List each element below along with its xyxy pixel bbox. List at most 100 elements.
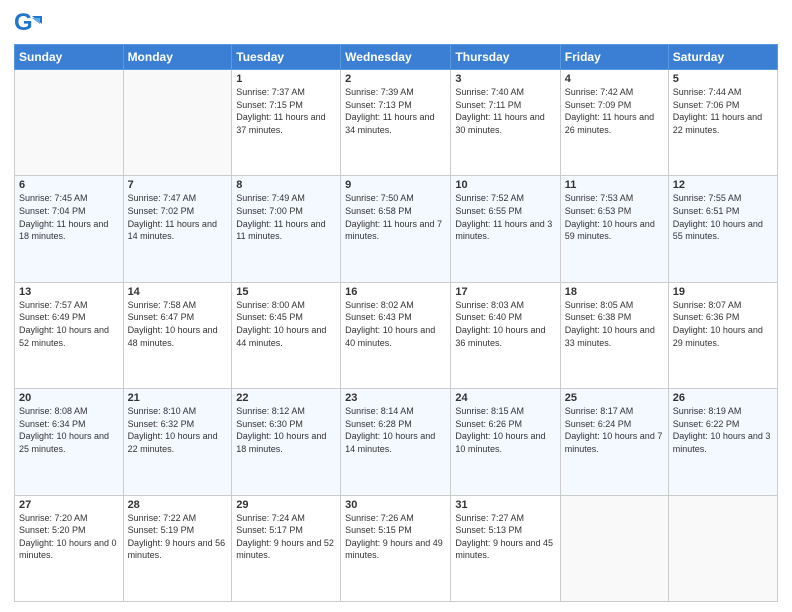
calendar-cell: 3Sunrise: 7:40 AM Sunset: 7:11 PM Daylig…: [451, 70, 560, 176]
day-number: 23: [345, 392, 446, 404]
calendar-cell: 22Sunrise: 8:12 AM Sunset: 6:30 PM Dayli…: [232, 389, 341, 495]
calendar-cell: 31Sunrise: 7:27 AM Sunset: 5:13 PM Dayli…: [451, 495, 560, 601]
day-info: Sunrise: 7:26 AM Sunset: 5:15 PM Dayligh…: [345, 512, 446, 562]
week-row-2: 6Sunrise: 7:45 AM Sunset: 7:04 PM Daylig…: [15, 176, 778, 282]
calendar-cell: 18Sunrise: 8:05 AM Sunset: 6:38 PM Dayli…: [560, 282, 668, 388]
calendar-cell: 7Sunrise: 7:47 AM Sunset: 7:02 PM Daylig…: [123, 176, 232, 282]
calendar-cell: 14Sunrise: 7:58 AM Sunset: 6:47 PM Dayli…: [123, 282, 232, 388]
day-number: 17: [455, 286, 555, 298]
day-info: Sunrise: 8:03 AM Sunset: 6:40 PM Dayligh…: [455, 299, 555, 349]
day-number: 30: [345, 499, 446, 511]
day-number: 18: [565, 286, 664, 298]
day-info: Sunrise: 8:05 AM Sunset: 6:38 PM Dayligh…: [565, 299, 664, 349]
day-number: 31: [455, 499, 555, 511]
calendar-cell: 30Sunrise: 7:26 AM Sunset: 5:15 PM Dayli…: [341, 495, 451, 601]
day-info: Sunrise: 8:08 AM Sunset: 6:34 PM Dayligh…: [19, 405, 119, 455]
calendar-cell: 6Sunrise: 7:45 AM Sunset: 7:04 PM Daylig…: [15, 176, 124, 282]
day-number: 4: [565, 73, 664, 85]
calendar-cell: 2Sunrise: 7:39 AM Sunset: 7:13 PM Daylig…: [341, 70, 451, 176]
calendar-cell: 24Sunrise: 8:15 AM Sunset: 6:26 PM Dayli…: [451, 389, 560, 495]
day-header-wednesday: Wednesday: [341, 45, 451, 70]
day-header-sunday: Sunday: [15, 45, 124, 70]
logo-icon: G: [14, 10, 42, 38]
logo: G: [14, 10, 44, 38]
calendar-cell: 29Sunrise: 7:24 AM Sunset: 5:17 PM Dayli…: [232, 495, 341, 601]
calendar-cell: [123, 70, 232, 176]
calendar-cell: 12Sunrise: 7:55 AM Sunset: 6:51 PM Dayli…: [668, 176, 777, 282]
day-number: 25: [565, 392, 664, 404]
day-header-monday: Monday: [123, 45, 232, 70]
day-info: Sunrise: 7:39 AM Sunset: 7:13 PM Dayligh…: [345, 86, 446, 136]
day-info: Sunrise: 7:53 AM Sunset: 6:53 PM Dayligh…: [565, 192, 664, 242]
day-info: Sunrise: 8:12 AM Sunset: 6:30 PM Dayligh…: [236, 405, 336, 455]
day-header-thursday: Thursday: [451, 45, 560, 70]
day-number: 8: [236, 179, 336, 191]
day-number: 24: [455, 392, 555, 404]
week-row-4: 20Sunrise: 8:08 AM Sunset: 6:34 PM Dayli…: [15, 389, 778, 495]
day-info: Sunrise: 8:19 AM Sunset: 6:22 PM Dayligh…: [673, 405, 773, 455]
calendar-cell: 28Sunrise: 7:22 AM Sunset: 5:19 PM Dayli…: [123, 495, 232, 601]
calendar-cell: 8Sunrise: 7:49 AM Sunset: 7:00 PM Daylig…: [232, 176, 341, 282]
calendar-cell: 25Sunrise: 8:17 AM Sunset: 6:24 PM Dayli…: [560, 389, 668, 495]
day-info: Sunrise: 7:27 AM Sunset: 5:13 PM Dayligh…: [455, 512, 555, 562]
day-number: 20: [19, 392, 119, 404]
day-number: 21: [128, 392, 228, 404]
day-info: Sunrise: 8:15 AM Sunset: 6:26 PM Dayligh…: [455, 405, 555, 455]
day-info: Sunrise: 7:45 AM Sunset: 7:04 PM Dayligh…: [19, 192, 119, 242]
calendar-cell: [560, 495, 668, 601]
day-info: Sunrise: 7:37 AM Sunset: 7:15 PM Dayligh…: [236, 86, 336, 136]
day-number: 2: [345, 73, 446, 85]
calendar-cell: 20Sunrise: 8:08 AM Sunset: 6:34 PM Dayli…: [15, 389, 124, 495]
day-info: Sunrise: 7:40 AM Sunset: 7:11 PM Dayligh…: [455, 86, 555, 136]
calendar-cell: 10Sunrise: 7:52 AM Sunset: 6:55 PM Dayli…: [451, 176, 560, 282]
day-number: 5: [673, 73, 773, 85]
calendar-header-row: SundayMondayTuesdayWednesdayThursdayFrid…: [15, 45, 778, 70]
calendar-cell: 17Sunrise: 8:03 AM Sunset: 6:40 PM Dayli…: [451, 282, 560, 388]
day-header-friday: Friday: [560, 45, 668, 70]
calendar-cell: 13Sunrise: 7:57 AM Sunset: 6:49 PM Dayli…: [15, 282, 124, 388]
calendar-cell: 5Sunrise: 7:44 AM Sunset: 7:06 PM Daylig…: [668, 70, 777, 176]
calendar-cell: 15Sunrise: 8:00 AM Sunset: 6:45 PM Dayli…: [232, 282, 341, 388]
day-number: 10: [455, 179, 555, 191]
calendar-cell: 9Sunrise: 7:50 AM Sunset: 6:58 PM Daylig…: [341, 176, 451, 282]
day-number: 16: [345, 286, 446, 298]
calendar-cell: [15, 70, 124, 176]
day-number: 12: [673, 179, 773, 191]
week-row-5: 27Sunrise: 7:20 AM Sunset: 5:20 PM Dayli…: [15, 495, 778, 601]
day-info: Sunrise: 7:47 AM Sunset: 7:02 PM Dayligh…: [128, 192, 228, 242]
day-number: 14: [128, 286, 228, 298]
header: G: [14, 10, 778, 38]
day-number: 28: [128, 499, 228, 511]
day-info: Sunrise: 7:50 AM Sunset: 6:58 PM Dayligh…: [345, 192, 446, 242]
calendar-cell: 4Sunrise: 7:42 AM Sunset: 7:09 PM Daylig…: [560, 70, 668, 176]
day-info: Sunrise: 7:20 AM Sunset: 5:20 PM Dayligh…: [19, 512, 119, 562]
day-number: 1: [236, 73, 336, 85]
day-number: 3: [455, 73, 555, 85]
day-number: 22: [236, 392, 336, 404]
day-info: Sunrise: 8:07 AM Sunset: 6:36 PM Dayligh…: [673, 299, 773, 349]
day-info: Sunrise: 8:14 AM Sunset: 6:28 PM Dayligh…: [345, 405, 446, 455]
day-info: Sunrise: 8:00 AM Sunset: 6:45 PM Dayligh…: [236, 299, 336, 349]
calendar-cell: 26Sunrise: 8:19 AM Sunset: 6:22 PM Dayli…: [668, 389, 777, 495]
week-row-3: 13Sunrise: 7:57 AM Sunset: 6:49 PM Dayli…: [15, 282, 778, 388]
svg-text:G: G: [14, 10, 33, 36]
calendar-cell: 16Sunrise: 8:02 AM Sunset: 6:43 PM Dayli…: [341, 282, 451, 388]
calendar-cell: [668, 495, 777, 601]
day-info: Sunrise: 7:24 AM Sunset: 5:17 PM Dayligh…: [236, 512, 336, 562]
calendar-cell: 11Sunrise: 7:53 AM Sunset: 6:53 PM Dayli…: [560, 176, 668, 282]
day-info: Sunrise: 7:42 AM Sunset: 7:09 PM Dayligh…: [565, 86, 664, 136]
day-number: 9: [345, 179, 446, 191]
page: G SundayMondayTuesdayWednesdayThursdayFr…: [0, 0, 792, 612]
day-info: Sunrise: 7:22 AM Sunset: 5:19 PM Dayligh…: [128, 512, 228, 562]
day-info: Sunrise: 7:58 AM Sunset: 6:47 PM Dayligh…: [128, 299, 228, 349]
day-info: Sunrise: 7:49 AM Sunset: 7:00 PM Dayligh…: [236, 192, 336, 242]
calendar-cell: 27Sunrise: 7:20 AM Sunset: 5:20 PM Dayli…: [15, 495, 124, 601]
day-header-saturday: Saturday: [668, 45, 777, 70]
week-row-1: 1Sunrise: 7:37 AM Sunset: 7:15 PM Daylig…: [15, 70, 778, 176]
day-info: Sunrise: 8:17 AM Sunset: 6:24 PM Dayligh…: [565, 405, 664, 455]
day-number: 19: [673, 286, 773, 298]
calendar-cell: 23Sunrise: 8:14 AM Sunset: 6:28 PM Dayli…: [341, 389, 451, 495]
calendar-cell: 21Sunrise: 8:10 AM Sunset: 6:32 PM Dayli…: [123, 389, 232, 495]
calendar-cell: 19Sunrise: 8:07 AM Sunset: 6:36 PM Dayli…: [668, 282, 777, 388]
day-header-tuesday: Tuesday: [232, 45, 341, 70]
